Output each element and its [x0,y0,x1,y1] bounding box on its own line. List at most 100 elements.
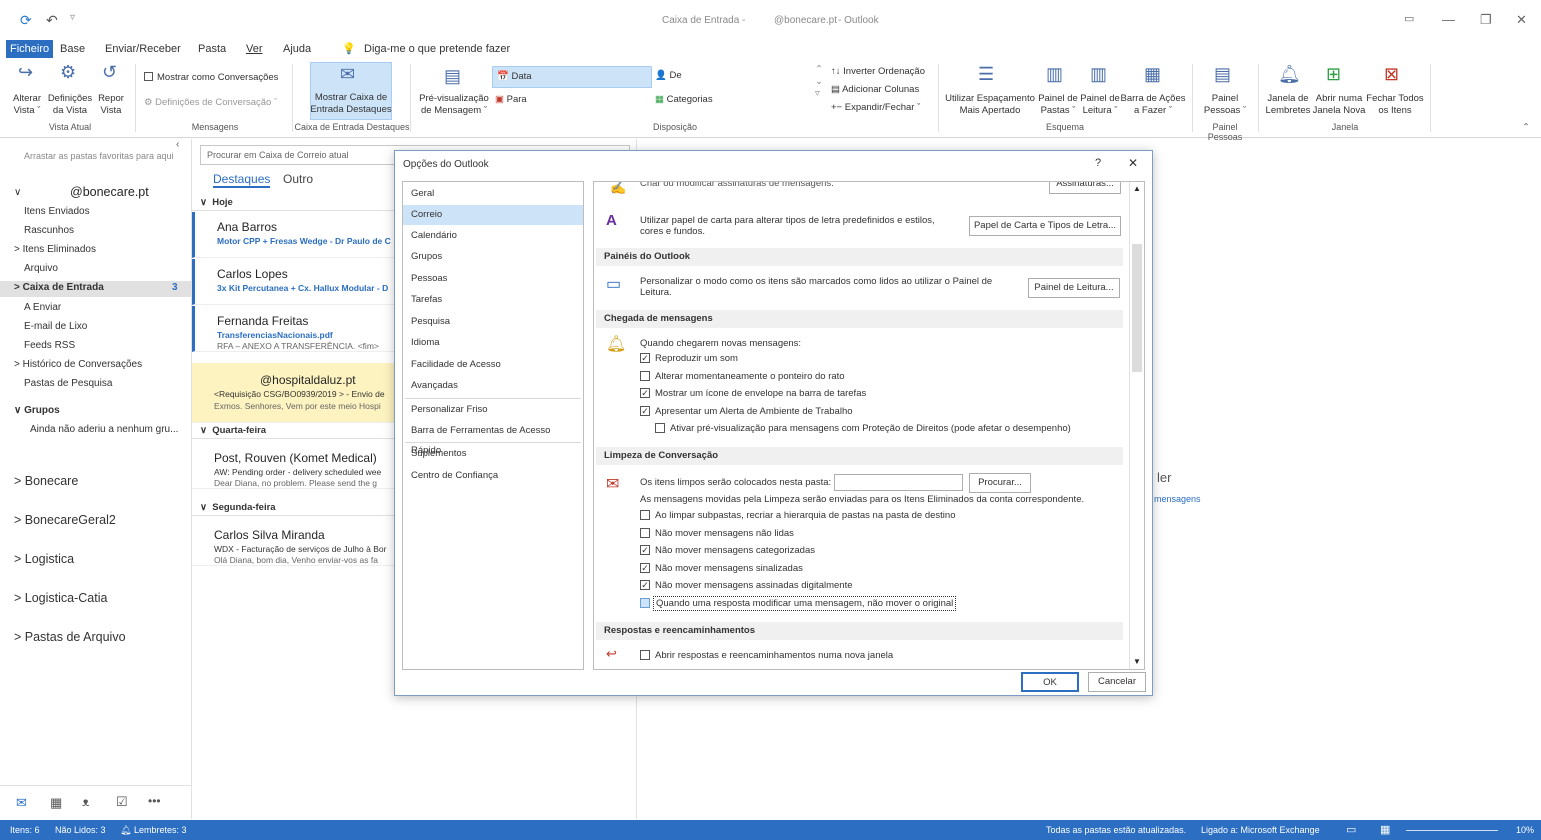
definicoes-vista-button[interactable]: Definições da Vista [46,93,94,117]
close-window-icon[interactable]: ✕ [1516,12,1527,28]
bell-icon[interactable]: 🔔︎ [120,825,131,836]
checkbox[interactable] [655,423,665,433]
tab-destaques[interactable]: Destaques [213,172,271,188]
option-label[interactable]: Não mover mensagens sinalizadas [655,563,803,574]
definicoes-conversacao-button[interactable]: ⚙ Definições de Conversação ˇ [144,97,277,109]
nav-personalizar-friso[interactable]: Personalizar Friso [403,400,583,420]
group-folder[interactable]: > BonecareGeral2 [14,513,116,527]
folder-item[interactable]: Arquivo [0,262,191,276]
menu-enviar-receber[interactable]: Enviar/Receber [101,40,185,58]
grupos-header[interactable]: ∨ Grupos [0,404,191,418]
tell-me-input[interactable]: Diga-me o que pretende fazer [360,40,514,58]
option-label[interactable]: Não mover mensagens não lidas [655,528,794,539]
ok-button[interactable]: OK [1021,672,1079,692]
nav-tarefas[interactable]: Tarefas [403,290,583,310]
checkbox[interactable] [640,598,650,608]
scroll-down-icon[interactable]: ▼ [1133,657,1141,666]
group-folder[interactable]: > Pastas de Arquivo [14,630,126,644]
checkbox[interactable] [640,650,650,660]
status-reminders[interactable]: Lembretes: 3 [134,825,187,835]
folder-item[interactable]: Rascunhos [0,224,191,238]
folder-item[interactable]: E-mail de Lixo [0,320,191,334]
folder-item[interactable]: Itens Enviados [0,205,191,219]
arrange-de-button[interactable]: 👤 De [655,70,682,82]
checkbox[interactable]: ✓ [640,545,650,555]
painel-pessoas-button[interactable]: Painel Pessoas ˇ [1200,93,1250,117]
menu-pasta[interactable]: Pasta [194,40,230,58]
abrir-janela-button[interactable]: Abrir numa Janela Nova [1312,93,1366,117]
collapse-pane-icon[interactable]: ‹ [176,139,179,150]
group-folder[interactable]: > Logistica-Catia [14,591,107,605]
group-folder[interactable]: > Bonecare [14,474,78,488]
nav-calendario[interactable]: Calendário [403,226,583,246]
nav-grupos[interactable]: Grupos [403,247,583,267]
more-icon[interactable]: ••• [148,794,161,808]
painel-leitura-button[interactable]: Painel de Leitura... [1028,278,1120,298]
nav-suplementos[interactable]: Suplementos [403,444,583,464]
barra-fazer-button[interactable]: Barra de Ações a Fazer ˇ [1120,93,1186,117]
close-dialog-button[interactable]: ✕ [1128,156,1138,170]
option-label[interactable]: Ao limpar subpastas, recriar a hierarqui… [655,510,955,521]
option-label[interactable]: Mostrar um ícone de envelope na barra de… [655,388,866,399]
checkbox[interactable]: ✓ [640,563,650,573]
arrange-categorias-button[interactable]: ▦ Categorias [655,94,713,106]
alterar-vista-button[interactable]: Alterar Vista ˇ [10,93,44,117]
minimize-icon[interactable]: — [1442,12,1455,27]
zoom-level[interactable]: 10% [1516,825,1534,835]
options-scrollbar[interactable]: ▲ ▼ [1129,182,1144,669]
scroll-thumb[interactable] [1132,244,1142,372]
mail-icon[interactable]: ✉ [16,795,27,811]
option-label[interactable]: Ativar pré-visualização para mensagens c… [670,423,1071,434]
folder-item[interactable]: Feeds RSS [0,339,191,353]
menu-ajuda[interactable]: Ajuda [279,40,315,58]
folder-item[interactable]: Pastas de Pesquisa [0,377,191,391]
ribbon-display-icon[interactable]: ▭ [1404,12,1414,25]
checkbox[interactable]: ✓ [640,388,650,398]
checkbox[interactable] [640,528,650,538]
nav-barra-acesso-rapido[interactable]: Barra de Ferramentas de Acesso Rápido [403,421,583,456]
nav-centro-confianca[interactable]: Centro de Confiança [403,466,583,486]
tab-outro[interactable]: Outro [283,172,313,186]
pre-visualizacao-button[interactable]: Pré-visualização de Mensagem ˇ [418,93,490,117]
checkbox[interactable]: ✓ [640,406,650,416]
scroll-up-icon[interactable]: ▲ [1133,184,1141,193]
arrange-scroll-icon[interactable]: ⌃ ⌄ ▿ [815,64,823,100]
option-label[interactable]: Alterar momentaneamente o ponteiro do ra… [655,371,845,382]
menu-ver[interactable]: Ver [242,40,267,58]
chevron-down-icon[interactable]: ∨ [14,187,21,198]
checkbox[interactable]: ✓ [640,580,650,590]
people-icon[interactable]: ᴥ [82,795,89,809]
option-label-focused[interactable]: Quando uma resposta modificar uma mensag… [653,596,957,611]
option-label[interactable]: Não mover mensagens categorizadas [655,545,815,556]
help-button[interactable]: ? [1095,157,1101,169]
maximize-icon[interactable]: ❐ [1480,12,1492,28]
assinaturas-button[interactable]: Assinaturas... [1049,182,1121,194]
nav-pesquisa[interactable]: Pesquisa [403,312,583,332]
reading-view-icon[interactable]: ▦ [1380,823,1390,836]
menu-base[interactable]: Base [56,40,89,58]
option-label[interactable]: Não mover mensagens assinadas digitalmen… [655,580,853,591]
cancel-button[interactable]: Cancelar [1088,672,1146,692]
account-name[interactable]: @bonecare.pt [70,185,149,199]
zoom-slider[interactable] [1406,830,1498,831]
folder-item[interactable]: > Itens Eliminados [0,243,191,257]
painel-pastas-button[interactable]: Painel de Pastas ˇ [1036,93,1080,117]
undo-icon[interactable]: ↶ [46,12,58,29]
mostrar-conversacoes-checkbox[interactable]: Mostrar como Conversações [144,72,278,84]
option-label[interactable]: Reproduzir um som [655,353,738,364]
checkbox[interactable] [640,371,650,381]
papel-carta-button[interactable]: Papel de Carta e Tipos de Letra... [969,216,1121,236]
inverter-ordenacao-button[interactable]: ↑↓ Inverter Ordenação [831,66,925,78]
repor-vista-button[interactable]: Repor Vista [96,93,126,117]
arrange-data-button[interactable]: 📅 Data [492,66,652,88]
adicionar-colunas-button[interactable]: ▤ Adicionar Colunas [831,84,919,96]
espacamento-button[interactable]: Utilizar Espaçamento Mais Apertado [944,93,1036,117]
cleanup-folder-input[interactable] [834,474,963,491]
collapse-ribbon-icon[interactable]: ⌃ [1522,122,1530,134]
procurar-button[interactable]: Procurar... [969,473,1031,493]
nav-correio[interactable]: Correio [403,205,583,225]
nav-avancadas[interactable]: Avançadas [403,376,583,396]
calendar-icon[interactable]: ▦ [50,795,62,811]
arrange-para-button[interactable]: ▣ Para [495,94,527,106]
checkbox[interactable]: ✓ [640,353,650,363]
